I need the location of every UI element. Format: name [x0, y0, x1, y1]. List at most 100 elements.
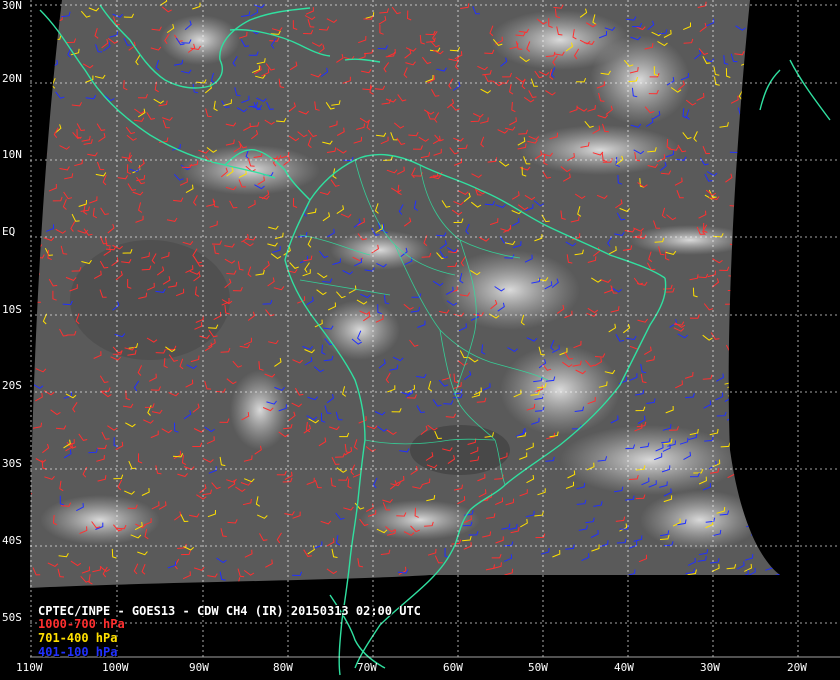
wind-barb [820, 408, 829, 413]
wind-barb [815, 319, 822, 326]
lon-label: 40W [614, 661, 634, 674]
wind-barb [817, 319, 825, 326]
wind-barb [805, 495, 814, 500]
wind-barb [790, 498, 798, 505]
wind-barb [755, 360, 766, 365]
wind-barb [751, 72, 756, 83]
wind-barb [809, 11, 819, 15]
wind-barb [774, 525, 780, 531]
wind-barb [781, 433, 789, 440]
wind-barb [749, 97, 761, 103]
lon-label: 20W [787, 661, 807, 674]
wind-barb [800, 523, 809, 528]
wind-barb [755, 506, 765, 512]
wind-barb [792, 212, 801, 218]
wind-barb [813, 265, 823, 269]
wind-barb [754, 511, 763, 519]
wind-barb [784, 183, 790, 192]
wind-barb [777, 519, 780, 525]
wind-barb [358, 579, 363, 588]
wind-barb [796, 201, 806, 204]
lat-label: 10N [2, 148, 22, 161]
wind-barb [813, 248, 823, 252]
lat-label: 50S [2, 611, 22, 624]
wind-barb [738, 229, 749, 235]
wind-barb [779, 346, 780, 351]
wind-barb [769, 64, 775, 75]
lat-label: EQ [2, 225, 16, 238]
wind-barb [779, 57, 780, 66]
wind-barb [732, 324, 740, 335]
lat-label: 30N [2, 0, 22, 12]
wind-barb [740, 374, 750, 381]
lat-label: 10S [2, 303, 22, 316]
wind-barb [35, 155, 41, 166]
wind-barb [770, 16, 776, 27]
wind-barb [807, 538, 814, 545]
wind-barb [811, 14, 821, 19]
wind-barb [798, 471, 807, 475]
wind-barb [810, 308, 813, 318]
wind-barb [808, 239, 815, 246]
wind-barb [37, 99, 48, 104]
wind-barb [774, 494, 780, 500]
wind-barb [808, 455, 817, 460]
wind-barb [782, 458, 790, 464]
wind-barb [810, 178, 820, 181]
wind-barb [745, 378, 756, 384]
wind-barb [798, 252, 805, 259]
wind-barb [794, 504, 802, 511]
wind-barb [818, 297, 828, 301]
wind-barb [810, 287, 820, 291]
lon-label: 80W [273, 661, 293, 674]
lon-label: 50W [528, 661, 548, 674]
wind-barb [798, 169, 806, 176]
wind-barb [40, 145, 48, 155]
wind-barb [740, 188, 752, 193]
wind-barb [740, 378, 746, 388]
wind-barb [784, 169, 791, 177]
wind-barb [31, 99, 39, 108]
wind-barb [747, 86, 754, 96]
wind-barb [772, 512, 780, 520]
wind-barb [738, 371, 744, 383]
wind-barb [810, 228, 820, 231]
wind-barb [776, 366, 780, 374]
wind-barb [764, 72, 769, 83]
wind-barb [752, 316, 764, 321]
wind-barb [35, 211, 41, 222]
wind-barb [811, 541, 820, 545]
lon-label: 90W [189, 661, 209, 674]
wind-barb [813, 350, 821, 357]
wind-barb [804, 369, 813, 375]
wind-barb [735, 180, 745, 189]
wind-barb [796, 59, 799, 69]
wind-barb [768, 300, 780, 307]
wind-barb [763, 98, 772, 106]
wind-barb [815, 23, 819, 32]
wind-barb [31, 186, 42, 191]
legend-low-level: 1000-700 hPa [38, 617, 125, 631]
lon-label: 70W [357, 661, 377, 674]
satellite-map [30, 0, 840, 676]
wind-barb [777, 96, 780, 107]
wind-barb [732, 350, 742, 358]
wind-barb [819, 282, 829, 286]
wind-barb [752, 60, 757, 72]
wind-barb [761, 239, 770, 246]
wind-barb [809, 379, 819, 382]
wind-barb [788, 301, 794, 309]
lon-label: 30W [700, 661, 720, 674]
wind-barb [758, 185, 770, 190]
wind-barb [809, 309, 816, 317]
wind-barb [818, 497, 827, 501]
wind-barb [31, 244, 43, 249]
wind-barb [33, 59, 45, 66]
lat-label: 20S [2, 379, 22, 392]
wind-barb [744, 222, 751, 234]
wind-barb [776, 249, 780, 261]
lat-label: 30S [2, 457, 22, 470]
wind-barb [767, 421, 776, 429]
wind-barb [748, 342, 759, 347]
wind-barb [777, 144, 780, 153]
